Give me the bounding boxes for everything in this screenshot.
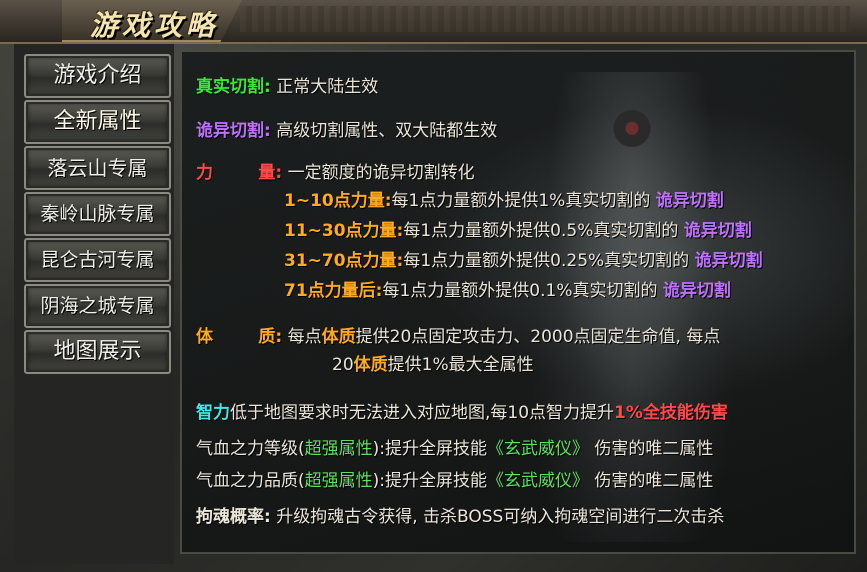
- strength-label-b: 量: [258, 163, 276, 183]
- sidebar: 游戏介绍 全新属性 落云山专属 秦岭山脉专属 昆仑古河专属 阴海之城专属 地图展…: [14, 44, 174, 564]
- intelligence-row: 智力低于地图要求时无法进入对应地图,每10点智力提升1%全技能伤害: [196, 398, 728, 423]
- strength-text: 一定额度的诡异切割转化: [287, 163, 475, 183]
- strength-tier-tail: 诡异切割: [655, 191, 724, 211]
- physique-colon: :: [275, 327, 283, 347]
- sidebar-item-game-intro[interactable]: 游戏介绍: [24, 54, 171, 98]
- sidebar-item-map-display[interactable]: 地图展示: [24, 330, 171, 374]
- intelligence-highlight: 1%全技能伤害: [614, 403, 728, 423]
- qixue-level-row: 气血之力等级(超强属性):提升全屏技能《玄武威仪》 伤害的唯二属性: [196, 434, 713, 459]
- weird-cut-colon: :: [264, 121, 271, 141]
- strength-tier-range: 1~10点力量:: [284, 191, 392, 211]
- weird-cut-row: 诡异切割: 高级切割属性、双大陆都生效: [196, 116, 497, 141]
- strength-tier-tail: 诡异切割: [694, 251, 763, 271]
- content-panel: 真实切割: 正常大陆生效 诡异切割: 高级切割属性、双大陆都生效 力 量: 一定…: [180, 50, 856, 554]
- attribute-text: 真实切割: 正常大陆生效 诡异切割: 高级切割属性、双大陆都生效 力 量: 一定…: [182, 52, 854, 552]
- sidebar-item-yinhai-city[interactable]: 阴海之城专属: [24, 284, 171, 328]
- physique-row: 体 质: 每点体质提供20点固定攻击力、2000点固定生命值, 每点: [196, 322, 720, 347]
- physique-key: 体质: [353, 355, 388, 375]
- real-cut-text: 正常大陆生效: [276, 77, 379, 97]
- physique-line2-b: 提供1%最大全属性: [387, 355, 534, 375]
- top-bar-ornament: [240, 6, 850, 32]
- strength-tier-range: 11~30点力量:: [284, 221, 404, 241]
- strength-tier-range: 31~70点力量:: [284, 251, 404, 271]
- qixue-quality-tag: 超强属性: [304, 471, 373, 491]
- physique-key: 体质: [321, 327, 356, 347]
- strength-tier-desc: 每1点力量额外提供0.1%真实切割的: [382, 281, 658, 301]
- soul-row: 拘魂概率: 升级拘魂古令获得, 击杀BOSS可纳入拘魂空间进行二次击杀: [196, 502, 724, 527]
- qixue-level-suffix: 伤害的唯二属性: [594, 439, 714, 459]
- strength-tier-tail: 诡异切割: [683, 221, 752, 241]
- qixue-quality-row: 气血之力品质(超强属性):提升全屏技能《玄武威仪》 伤害的唯二属性: [196, 466, 713, 491]
- real-cut-row: 真实切割: 正常大陆生效: [196, 72, 378, 97]
- qixue-level-mid: ):提升全屏技能: [372, 439, 488, 459]
- physique-row-2: 20体质提供1%最大全属性: [332, 350, 534, 375]
- strength-tier: 71点力量后:每1点力量额外提供0.1%真实切割的 诡异切割: [284, 276, 731, 301]
- qixue-level-prefix: 气血之力等级(: [196, 439, 305, 459]
- strength-tier-desc: 每1点力量额外提供0.5%真实切割的: [403, 221, 679, 241]
- strength-tier: 11~30点力量:每1点力量额外提供0.5%真实切割的 诡异切割: [284, 216, 752, 241]
- real-cut-colon: :: [264, 77, 271, 97]
- weird-cut-text: 高级切割属性、双大陆都生效: [276, 121, 498, 141]
- intelligence-label: 智力: [196, 403, 230, 423]
- qixue-quality-suffix: 伤害的唯二属性: [594, 471, 714, 491]
- sidebar-item-kunlun-river[interactable]: 昆仑古河专属: [24, 238, 171, 282]
- real-cut-label: 真实切割: [196, 77, 264, 97]
- qixue-quality-prefix: 气血之力品质(: [196, 471, 305, 491]
- page-title: 游戏攻略: [90, 9, 219, 42]
- strength-tier-range: 71点力量后:: [284, 281, 383, 301]
- strength-tier-desc: 每1点力量额外提供1%真实切割的: [391, 191, 651, 211]
- sidebar-item-new-attributes[interactable]: 全新属性: [24, 100, 171, 144]
- physique-line2-a: 20: [332, 355, 354, 375]
- weird-cut-label: 诡异切割: [196, 121, 264, 141]
- qixue-level-tag: 超强属性: [304, 439, 373, 459]
- sidebar-item-qinling-mountains[interactable]: 秦岭山脉专属: [24, 192, 171, 236]
- strength-tier-desc: 每1点力量额外提供0.25%真实切割的: [403, 251, 690, 271]
- strength-tier: 1~10点力量:每1点力量额外提供1%真实切割的 诡异切割: [284, 186, 724, 211]
- physique-line1-a: 每点: [287, 327, 322, 347]
- physique-label-b: 质: [258, 327, 276, 347]
- strength-label-a: 力: [196, 163, 213, 183]
- game-frame: 游戏攻略 游戏介绍 全新属性 落云山专属 秦岭山脉专属 昆仑古河专属 阴海之城专…: [0, 0, 867, 572]
- qixue-quality-skill: 《玄武威仪》: [487, 471, 590, 491]
- soul-label: 拘魂概率:: [196, 507, 271, 527]
- qixue-quality-mid: ):提升全屏技能: [372, 471, 488, 491]
- physique-line1-b: 提供20点固定攻击力、2000点固定生命值, 每点: [355, 327, 721, 347]
- strength-row: 力 量: 一定额度的诡异切割转化: [196, 158, 475, 183]
- qixue-level-skill: 《玄武威仪》: [487, 439, 590, 459]
- physique-label-a: 体: [196, 327, 213, 347]
- sidebar-item-luoyun-mountain[interactable]: 落云山专属: [24, 146, 171, 190]
- intelligence-text: 低于地图要求时无法进入对应地图,每10点智力提升: [230, 403, 615, 423]
- strength-colon: :: [275, 163, 283, 183]
- soul-text: 升级拘魂古令获得, 击杀BOSS可纳入拘魂空间进行二次击杀: [276, 507, 725, 527]
- strength-tier-tail: 诡异切割: [662, 281, 731, 301]
- strength-tier: 31~70点力量:每1点力量额外提供0.25%真实切割的 诡异切割: [284, 246, 763, 271]
